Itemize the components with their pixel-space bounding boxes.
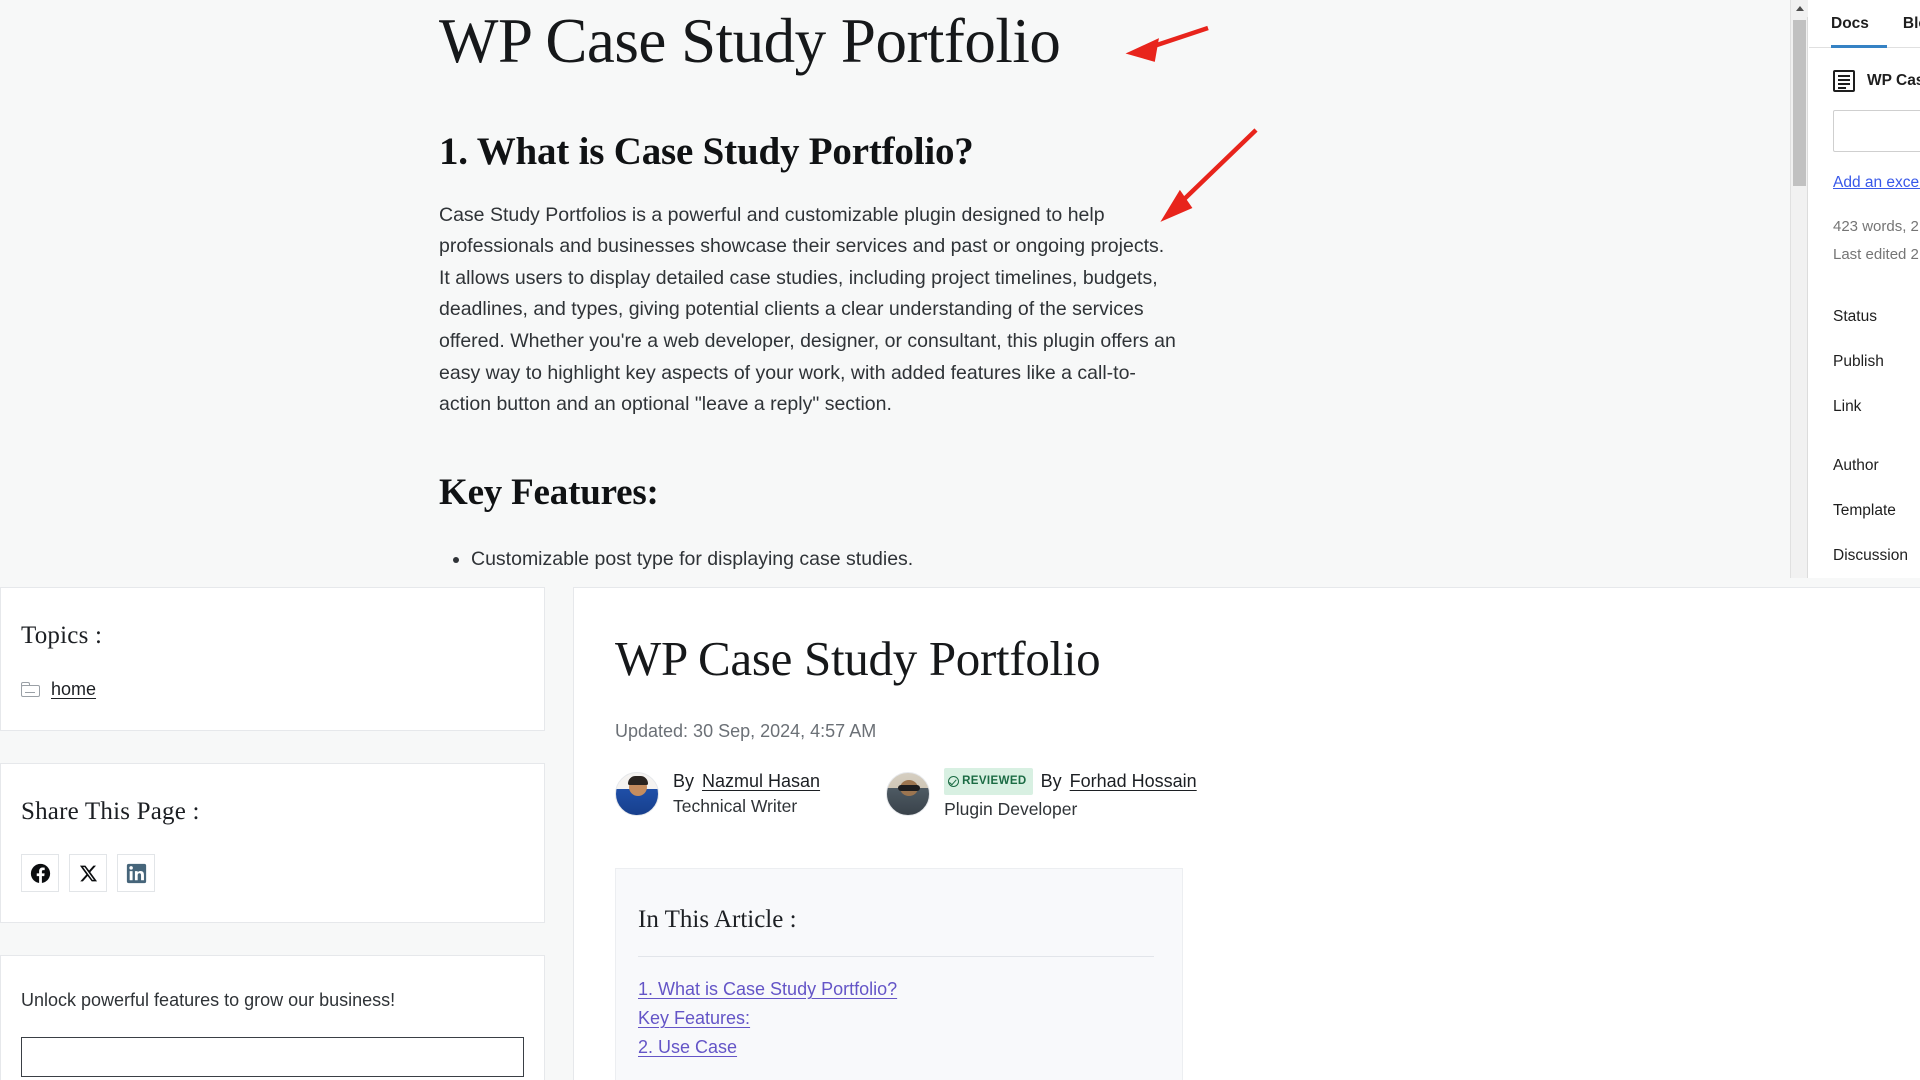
settings-panel-list: Status Publish Link Author Template Disc… bbox=[1809, 294, 1920, 578]
panel-publish[interactable]: Publish bbox=[1809, 339, 1920, 384]
topic-row-home[interactable]: home bbox=[21, 679, 524, 700]
frontend-preview: Topics : home Share This Page : Unlock p… bbox=[0, 578, 1920, 1080]
author-name-link[interactable]: Nazmul Hasan bbox=[702, 771, 820, 792]
document-title-label: WP Case bbox=[1867, 72, 1920, 89]
check-circle-icon bbox=[948, 776, 960, 787]
share-card-title: Share This Page : bbox=[21, 798, 200, 825]
toc-link-2[interactable]: Key Features: bbox=[638, 1004, 1154, 1033]
editor-paragraph-intro[interactable]: Case Study Portfolios is a powerful and … bbox=[439, 200, 1179, 421]
share-buttons bbox=[21, 854, 524, 892]
share-linkedin-button[interactable] bbox=[117, 854, 155, 892]
promo-card-text: Unlock powerful features to grow our bus… bbox=[21, 990, 396, 1010]
author-nazmul: By Nazmul Hasan Technical Writer bbox=[615, 771, 820, 817]
author-info: REVIEWED By Forhad Hossain Plugin Develo… bbox=[944, 768, 1197, 820]
author-name-link[interactable]: Forhad Hossain bbox=[1070, 771, 1197, 792]
settings-panel-inner: Docs Blo WP Case Se Add an excerp 423 wo… bbox=[1809, 0, 1920, 578]
topics-card: Topics : home bbox=[0, 587, 545, 731]
screen-root: WP Case Study Portfolio 1. What is Case … bbox=[0, 0, 1920, 1080]
author-byline: REVIEWED By Forhad Hossain bbox=[944, 768, 1197, 795]
author-info: By Nazmul Hasan Technical Writer bbox=[673, 771, 820, 817]
arrow-to-paragraph bbox=[1173, 128, 1258, 210]
toc-link-1[interactable]: 1. What is Case Study Portfolio? bbox=[638, 975, 1154, 1004]
share-card: Share This Page : bbox=[0, 763, 545, 923]
share-x-button[interactable] bbox=[69, 854, 107, 892]
share-facebook-button[interactable] bbox=[21, 854, 59, 892]
author-role: Plugin Developer bbox=[944, 799, 1078, 819]
linkedin-icon bbox=[126, 863, 146, 883]
panel-discussion[interactable]: Discussion bbox=[1809, 533, 1920, 578]
panel-status[interactable]: Status bbox=[1809, 294, 1920, 339]
scrollbar-thumb[interactable] bbox=[1793, 20, 1806, 186]
editor-settings-sidebar: Docs Blo WP Case Se Add an excerp 423 wo… bbox=[1790, 0, 1920, 578]
panel-template[interactable]: Template bbox=[1809, 488, 1920, 533]
panel-author[interactable]: Author bbox=[1809, 443, 1920, 488]
article-authors: By Nazmul Hasan Technical Writer REVIEWE… bbox=[615, 768, 1920, 820]
last-edited-text: Last edited 2 m bbox=[1833, 246, 1920, 263]
settings-tabs: Docs Blo bbox=[1809, 0, 1920, 48]
panel-link[interactable]: Link bbox=[1809, 384, 1920, 429]
article-updated-date: Updated: 30 Sep, 2024, 4:57 AM bbox=[615, 721, 877, 741]
scroll-up-arrow-icon[interactable] bbox=[1791, 0, 1808, 17]
folder-icon bbox=[21, 682, 40, 697]
tab-docs[interactable]: Docs bbox=[1831, 0, 1869, 48]
list-item[interactable]: Customizable post type for displaying ca… bbox=[471, 544, 1179, 576]
x-twitter-icon bbox=[79, 865, 97, 881]
author-by-prefix: By bbox=[1040, 771, 1062, 791]
promo-email-input[interactable] bbox=[21, 1037, 524, 1077]
word-count-text: 423 words, 2 m bbox=[1833, 218, 1920, 235]
toc-link-3[interactable]: 2. Use Case bbox=[638, 1033, 1154, 1062]
toc-divider bbox=[638, 956, 1154, 957]
generate-summary-button[interactable]: Se bbox=[1833, 110, 1920, 152]
status-badge-label: REVIEWED bbox=[962, 775, 1027, 787]
editor-feature-list: Customizable post type for displaying ca… bbox=[439, 544, 1179, 576]
facebook-icon bbox=[30, 863, 50, 884]
author-by-prefix: By bbox=[673, 771, 695, 791]
preview-article: WP Case Study Portfolio Updated: 30 Sep,… bbox=[573, 587, 1920, 1080]
author-role: Technical Writer bbox=[673, 796, 798, 816]
vertical-scrollbar[interactable] bbox=[1791, 0, 1808, 578]
avatar bbox=[615, 772, 659, 816]
panel-divider bbox=[1809, 429, 1920, 443]
status-badge: REVIEWED bbox=[944, 768, 1033, 795]
author-forhad: REVIEWED By Forhad Hossain Plugin Develo… bbox=[886, 768, 1197, 820]
editor-content-column: WP Case Study Portfolio 1. What is Case … bbox=[439, 0, 1179, 575]
topics-card-title: Topics : bbox=[21, 622, 103, 649]
document-icon bbox=[1833, 70, 1855, 92]
promo-card: Unlock powerful features to grow our bus… bbox=[0, 955, 545, 1080]
editor-heading-key-features[interactable]: Key Features: bbox=[439, 471, 1179, 514]
preview-sidebar: Topics : home Share This Page : Unlock p… bbox=[0, 587, 545, 1080]
table-of-contents: In This Article : 1. What is Case Study … bbox=[615, 868, 1183, 1080]
author-byline: By Nazmul Hasan bbox=[673, 771, 820, 792]
toc-title: In This Article : bbox=[638, 906, 797, 933]
avatar bbox=[886, 772, 931, 816]
editor-canvas: WP Case Study Portfolio 1. What is Case … bbox=[0, 0, 1790, 578]
document-summary-row: WP Case bbox=[1809, 48, 1920, 92]
add-excerpt-link[interactable]: Add an excerp bbox=[1833, 174, 1920, 192]
editor-post-title[interactable]: WP Case Study Portfolio bbox=[439, 6, 1179, 77]
topic-link-home[interactable]: home bbox=[51, 679, 96, 700]
article-title: WP Case Study Portfolio bbox=[615, 631, 1101, 686]
tab-block[interactable]: Blo bbox=[1903, 0, 1920, 48]
editor-heading-what-is[interactable]: 1. What is Case Study Portfolio? bbox=[439, 129, 1179, 174]
